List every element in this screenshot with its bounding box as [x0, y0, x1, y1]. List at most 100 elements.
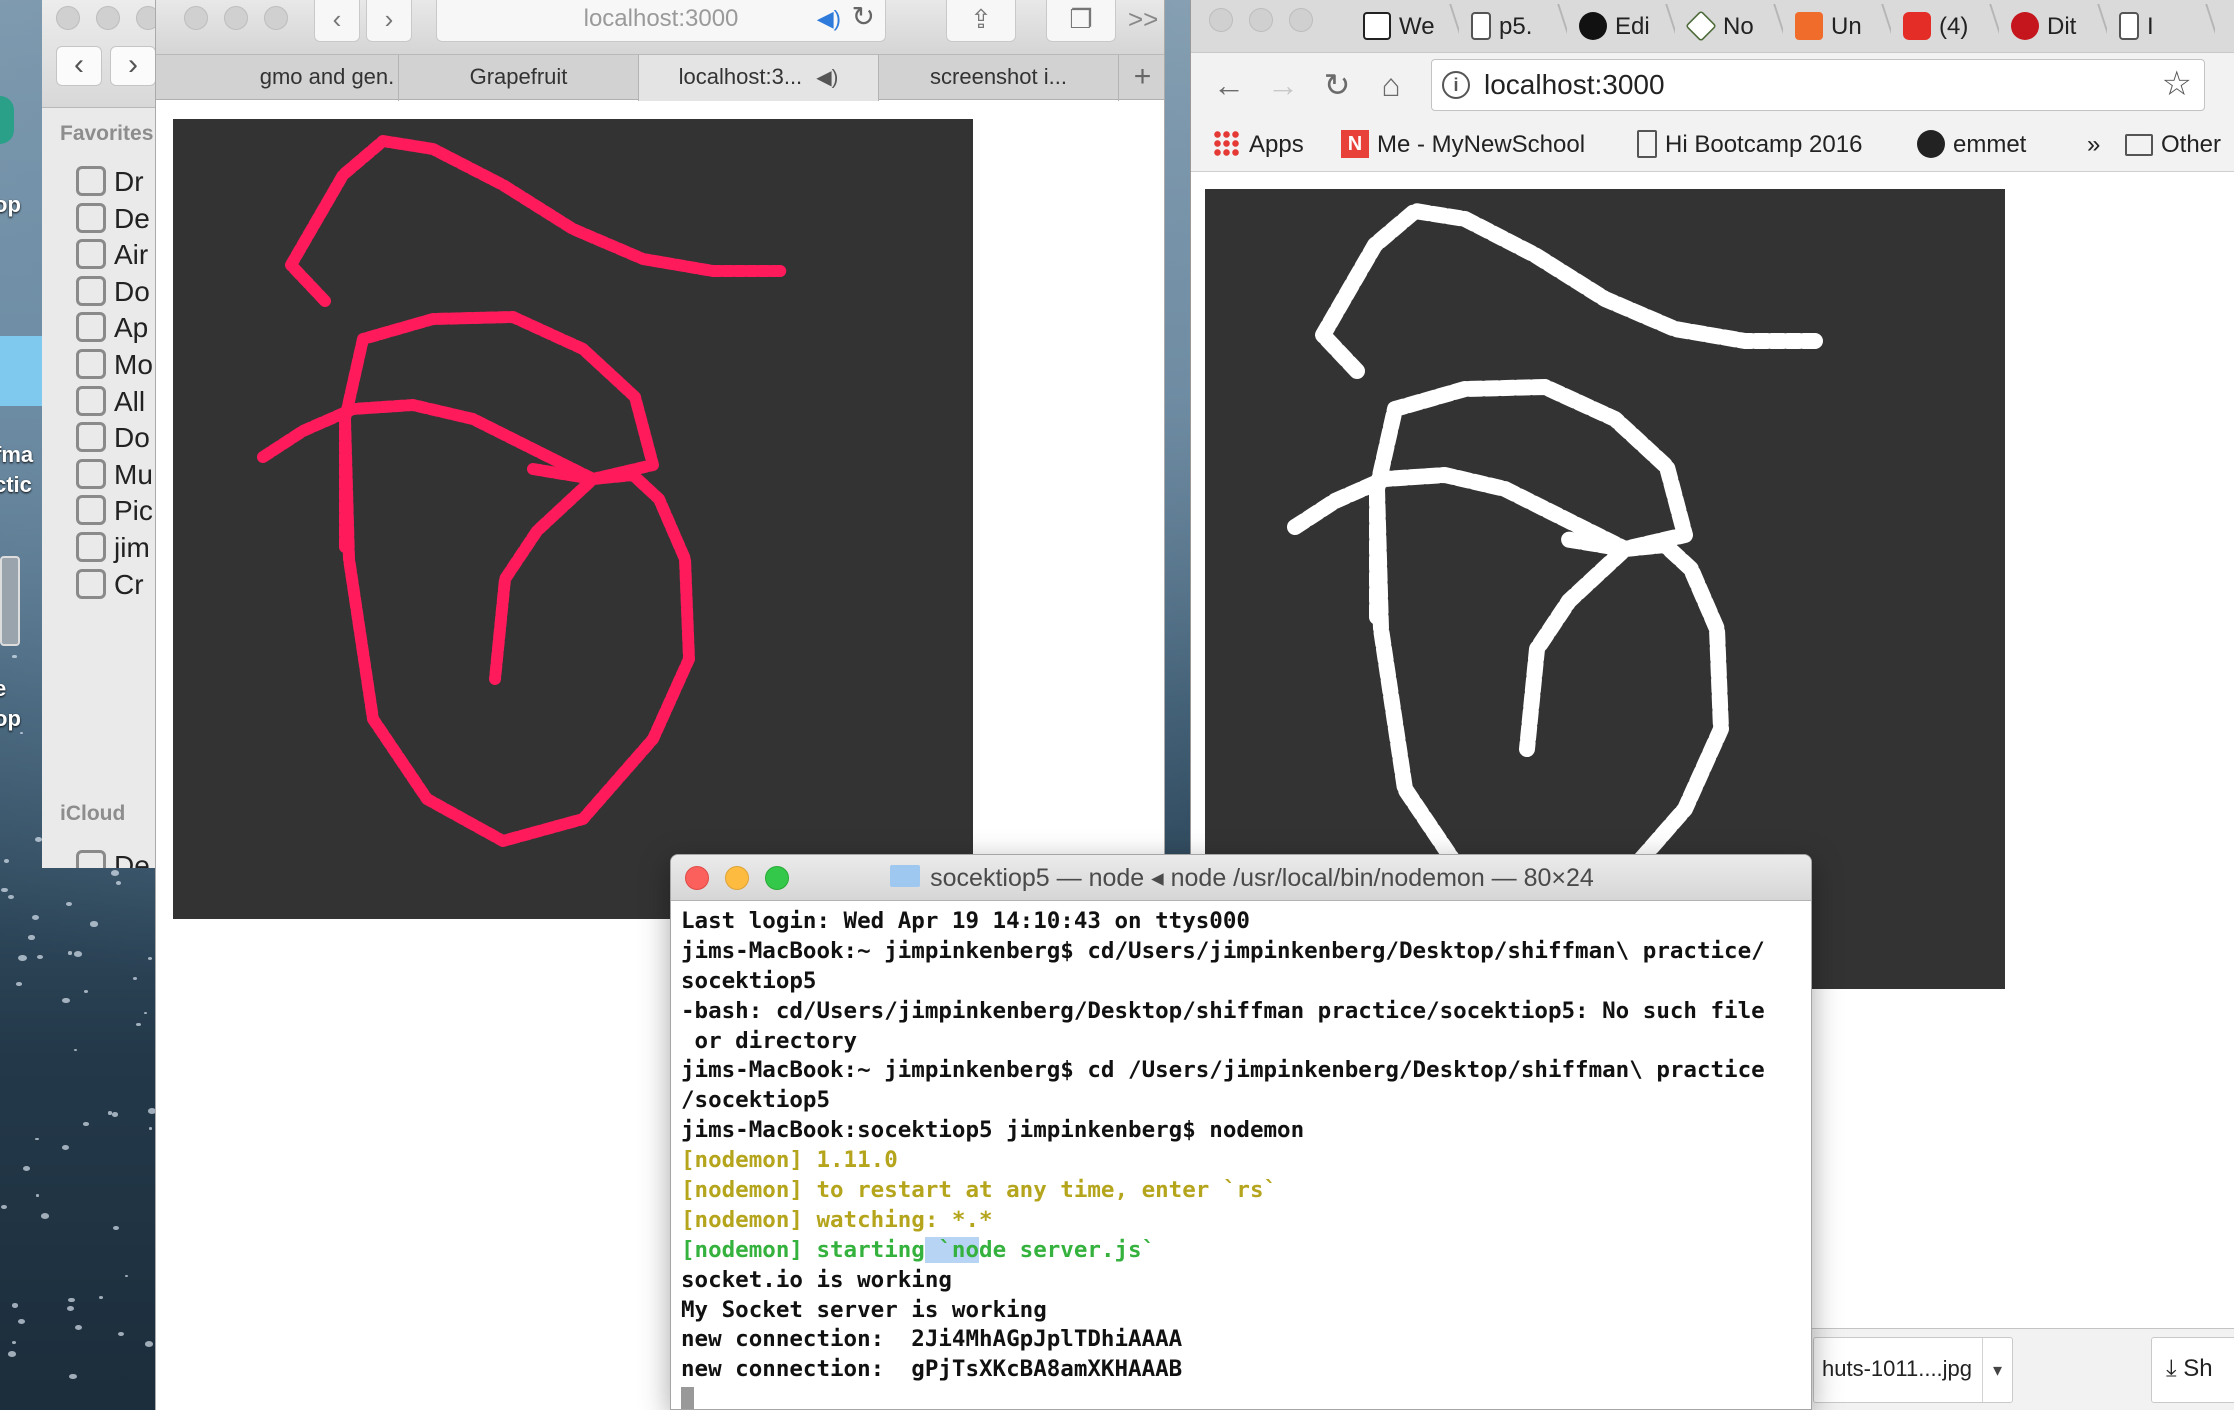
- share-button[interactable]: ⇪: [946, 0, 1016, 42]
- bookmark-emmet[interactable]: emmet: [1917, 128, 2026, 162]
- rain-droplet: [62, 998, 70, 1004]
- document-icon: [2119, 11, 2139, 40]
- emmet-icon: [1917, 129, 1945, 158]
- other-bookmarks[interactable]: Other: [2125, 128, 2221, 162]
- chrome-tab[interactable]: I: [2107, 4, 2215, 52]
- toolbar-overflow-button[interactable]: >>: [1128, 4, 1158, 35]
- reload-icon[interactable]: ↻: [1315, 63, 1359, 107]
- tab-gmo[interactable]: gmo and gen.: [156, 55, 399, 101]
- chrome-tab[interactable]: p5.: [1459, 4, 1567, 52]
- bookmark-mynewschool[interactable]: N Me - MyNewSchool: [1341, 128, 1585, 162]
- terminal-line: /socektiop5: [681, 1087, 831, 1114]
- chrome-tab[interactable]: Edi: [1567, 4, 1675, 52]
- rain-droplet: [147, 956, 153, 960]
- tab-screenshot[interactable]: screenshot i...: [879, 55, 1119, 101]
- sketch-canvas-left[interactable]: [173, 119, 973, 919]
- rain-droplet: [7, 895, 14, 900]
- safari-forward-button[interactable]: ›: [366, 0, 412, 42]
- safari-close-button[interactable]: [184, 6, 208, 30]
- reload-icon[interactable]: ↻: [852, 0, 875, 36]
- bookmarks-bar: Apps N Me - MyNewSchool Hi Bootcamp 2016 …: [1191, 120, 2234, 172]
- rain-droplet: [23, 1165, 31, 1171]
- desktop-app-icon[interactable]: [0, 96, 14, 144]
- all-files-icon: [76, 385, 106, 416]
- desktop-drive-icon[interactable]: [0, 556, 20, 646]
- caret-down-icon[interactable]: ▾: [1982, 1338, 2012, 1402]
- finder-sidebar: Favorites Dr De Air Do Ap Mo All Do Mu Pic jim Cr i…: [42, 108, 171, 868]
- dropbox-icon: [76, 166, 106, 196]
- chrome-tab[interactable]: Dit: [1999, 4, 2107, 52]
- forward-arrow-icon[interactable]: →: [1261, 63, 1305, 107]
- rain-droplet: [110, 870, 120, 877]
- chrome-tab[interactable]: No: [1675, 4, 1783, 52]
- safari-minimize-button[interactable]: [224, 6, 248, 30]
- rain-droplet: [99, 1295, 104, 1299]
- terminal-line: [nodemon] to restart at any time, enter …: [681, 1177, 1278, 1204]
- safari-zoom-button[interactable]: [264, 6, 288, 30]
- tab-grapefruit[interactable]: Grapefruit: [399, 55, 639, 101]
- rain-droplet: [115, 881, 122, 885]
- bookmark-bootcamp[interactable]: Hi Bootcamp 2016: [1637, 128, 1862, 162]
- rain-droplet: [124, 1274, 129, 1278]
- rain-droplet: [68, 1297, 75, 1303]
- terminal-output[interactable]: Last login: Wed Apr 19 14:10:43 on ttys0…: [681, 907, 1805, 1409]
- info-icon[interactable]: i: [1442, 71, 1470, 99]
- terminal-close-button[interactable]: [685, 866, 709, 890]
- safari-tab-bar: gmo and gen. Grapefruit localhost:3... ◀…: [156, 54, 1164, 101]
- chevron-left-icon: ‹: [74, 48, 84, 81]
- canvas-background: [173, 119, 973, 919]
- chrome-zoom-button[interactable]: [1289, 8, 1313, 32]
- bookmark-apps[interactable]: Apps: [1213, 128, 1304, 162]
- finder-back-button[interactable]: ‹: [56, 46, 102, 86]
- chrome-omnibox[interactable]: i localhost:3000 ☆: [1431, 59, 2205, 111]
- download-filename: huts-1011....jpg: [1822, 1356, 1973, 1381]
- finder-window: ‹ › Favorites Dr De Air Do Ap Mo All Do Mu Pic jim…: [42, 0, 172, 868]
- bookmarks-overflow-button[interactable]: »: [2087, 128, 2100, 162]
- terminal-zoom-button[interactable]: [765, 866, 789, 890]
- chrome-tab[interactable]: Un: [1783, 4, 1891, 52]
- rain-droplet: [16, 982, 22, 987]
- rain-droplet: [68, 1373, 78, 1380]
- chrome-minimize-button[interactable]: [1249, 8, 1273, 32]
- finder-minimize-button[interactable]: [96, 6, 120, 30]
- chrome-tab[interactable]: (4): [1891, 4, 1999, 52]
- terminal-line: [nodemon] starting `node server.js`: [681, 1236, 1156, 1263]
- rain-droplet: [65, 901, 73, 907]
- speaker-icon[interactable]: ◀): [816, 67, 838, 89]
- star-icon[interactable]: ☆: [2162, 64, 2192, 104]
- chrome-url-text: localhost:3000: [1484, 69, 1665, 100]
- chrome-close-button[interactable]: [1209, 8, 1233, 32]
- finder-toolbar: ‹ ›: [42, 0, 171, 108]
- finder-forward-button[interactable]: ›: [110, 46, 156, 86]
- terminal-minimize-button[interactable]: [725, 866, 749, 890]
- download-item[interactable]: huts-1011....jpg ▾: [1813, 1337, 2013, 1403]
- home-icon[interactable]: ⌂: [1369, 63, 1413, 107]
- show-all-downloads-button[interactable]: ⤓ Sh: [2151, 1337, 2234, 1403]
- tabs-icon: ❐: [1069, 4, 1093, 34]
- terminal-line: new connection: gPjTsXKcBA8amXKHAAAB: [681, 1356, 1183, 1383]
- newschool-icon: N: [1341, 129, 1369, 158]
- desktop-folder-icon[interactable]: [0, 336, 42, 406]
- tab-localhost[interactable]: localhost:3... ◀): [639, 55, 879, 101]
- desktop-icon-labels: op fma ctic e op: [0, 180, 46, 780]
- terminal-line: -bash: cd/Users/jimpinkenberg/Desktop/sh…: [681, 997, 1765, 1024]
- finder-close-button[interactable]: [56, 6, 80, 30]
- terminal-line: My Socket server is working: [681, 1296, 1047, 1323]
- safari-toolbar: ‹ › localhost:3000 ◀) ↻ ⇪ ❐ >>: [156, 0, 1164, 54]
- terminal-line: new connection: 2Ji4MhAGpJplTDhiAAAA: [681, 1326, 1183, 1353]
- rain-droplet: [74, 951, 83, 957]
- safari-back-button[interactable]: ‹: [314, 0, 360, 42]
- chrome-tab[interactable]: We: [1351, 4, 1459, 52]
- new-tab-button[interactable]: +: [1119, 55, 1164, 101]
- share-icon: ⇪: [970, 4, 992, 34]
- safari-address-bar[interactable]: localhost:3000 ◀) ↻: [436, 0, 886, 42]
- chrome-tab-strip: We p5. Edi No Un (4) Dit I: [1191, 0, 2234, 52]
- safari-url-text: localhost:3000: [583, 5, 739, 32]
- documents-icon: [76, 422, 106, 453]
- back-arrow-icon[interactable]: ←: [1207, 63, 1251, 107]
- speaker-icon[interactable]: ◀): [817, 0, 841, 38]
- applications-icon: [76, 312, 106, 343]
- rain-droplet: [40, 1213, 49, 1220]
- tabs-overview-button[interactable]: ❐: [1046, 0, 1116, 42]
- folder-icon: [890, 865, 921, 888]
